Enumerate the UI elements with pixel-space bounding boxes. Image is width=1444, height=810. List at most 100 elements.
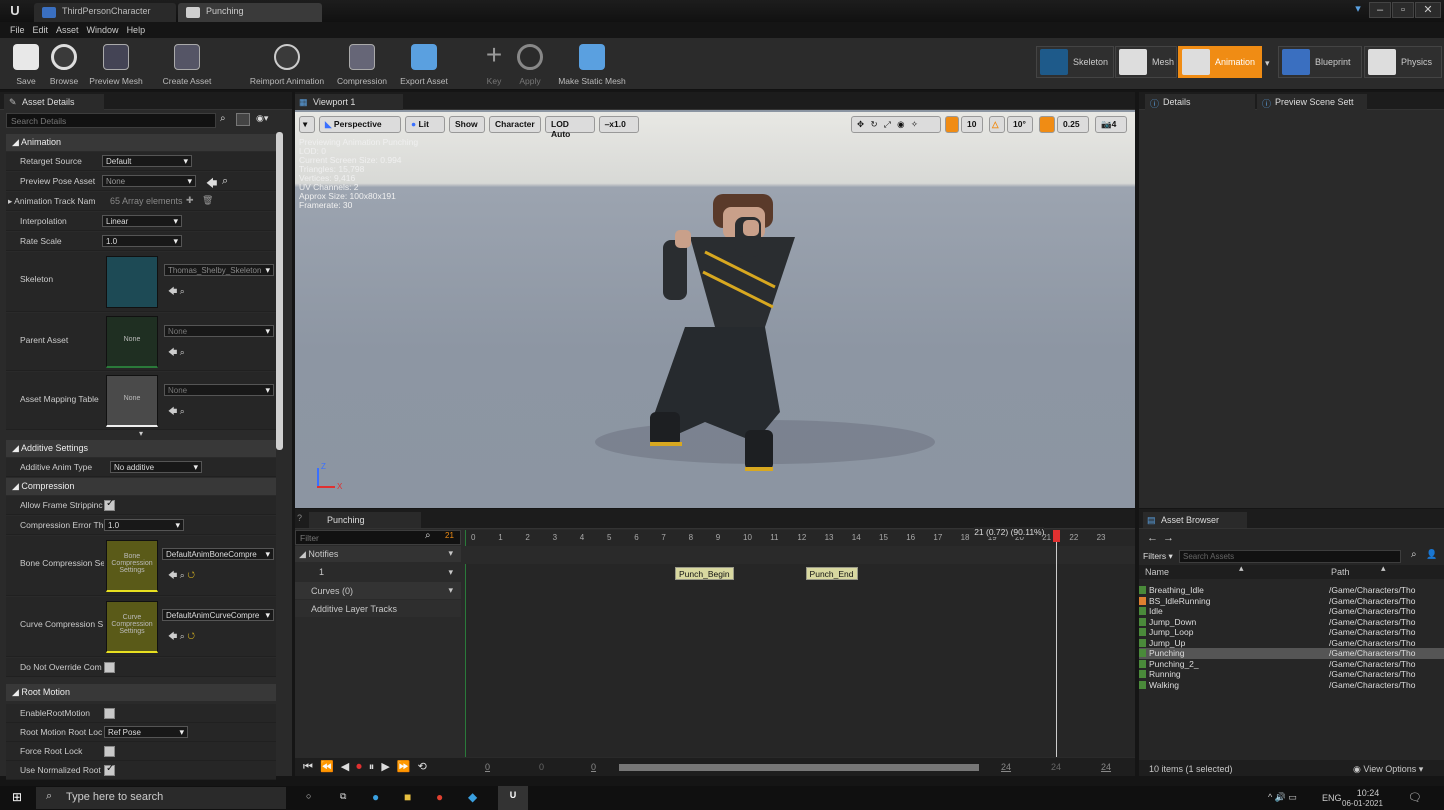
asset-list-item[interactable]: Jump_Loop/Game/Characters/Tho	[1139, 627, 1444, 638]
mode-physics[interactable]: Physics	[1364, 46, 1442, 78]
retarget-source-dropdown[interactable]: Default	[102, 155, 192, 167]
parent-asset-dropdown[interactable]: None	[164, 325, 274, 337]
normalized-root-checkbox[interactable]: ✓	[104, 763, 115, 776]
skeleton-arrow-icon[interactable]: 🡄 ⌕	[168, 284, 185, 300]
export-asset-button[interactable]: Export Asset	[396, 38, 452, 90]
app-icon[interactable]: ◆	[468, 790, 477, 804]
compression-button[interactable]: Compression	[333, 38, 391, 90]
playback-speed-button[interactable]: ⎯x1.0	[599, 116, 639, 133]
forward-arrow-icon[interactable]: →	[1163, 532, 1174, 544]
timeline-scrollbar[interactable]	[619, 764, 979, 771]
key-button[interactable]: + Key	[480, 38, 508, 90]
help-icon[interactable]: ?	[297, 513, 302, 523]
category-root-motion[interactable]: ◢ Root Motion	[6, 684, 276, 701]
scale-snap-icon[interactable]	[1039, 116, 1055, 133]
enable-root-motion-checkbox[interactable]	[104, 708, 115, 719]
menu-help[interactable]: Help	[127, 22, 146, 38]
notify-marker[interactable]: Punch_Begin	[675, 567, 734, 580]
unreal-taskbar-icon[interactable]: U	[498, 786, 528, 810]
notifies-track[interactable]: ◢ Notifies ▾	[295, 546, 461, 562]
interpolation-dropdown[interactable]: Linear	[102, 215, 182, 227]
column-name[interactable]: Name	[1145, 567, 1169, 577]
taskbar-search-input[interactable]: ⌕ Type here to search	[36, 787, 286, 809]
menu-asset[interactable]: Asset	[56, 22, 79, 38]
tab-details[interactable]: ⓘ Details	[1145, 94, 1255, 110]
clock-date[interactable]: 06-01-2021	[1342, 799, 1383, 808]
lod-auto-button[interactable]: LOD Auto	[545, 116, 595, 139]
add-element-icon[interactable]: ✚	[186, 195, 194, 206]
windows-start-icon[interactable]: ⊞	[12, 790, 22, 804]
transport-controls[interactable]: ⏮ ⏪ ◀ ⏺ ⏸ ▶ ⏩ ⟲	[303, 760, 429, 774]
asset-list-item[interactable]: Punching_2_ /Game/Characters/Tho	[1139, 659, 1444, 670]
browse-asset-icon[interactable]: ⌕	[222, 175, 228, 188]
search-details-input[interactable]: Search Details	[6, 113, 216, 128]
asset-list-item[interactable]: Punching/Game/Characters/Tho	[1139, 648, 1444, 659]
rate-scale-field[interactable]: 1.0	[102, 235, 182, 247]
file-explorer-icon[interactable]: ■	[404, 790, 411, 804]
menu-edit[interactable]: Edit	[33, 22, 49, 38]
curve-arrow-icon[interactable]: 🡄 ⌕ ↺	[168, 629, 195, 645]
skeleton-dropdown[interactable]: Thomas_Shelby_Skeleton	[164, 264, 274, 276]
filter-input[interactable]: Filter	[295, 530, 461, 545]
maximize-button[interactable]: ▫	[1392, 2, 1414, 18]
viewport-menu-button[interactable]: ▾	[299, 116, 315, 133]
menu-file[interactable]: File	[10, 22, 25, 38]
scrollbar[interactable]	[276, 132, 283, 450]
scale-snap-value[interactable]: 0.25	[1057, 116, 1089, 133]
animation-dropdown-icon[interactable]: ▾	[1265, 58, 1270, 69]
asset-list-item[interactable]: Running/Game/Characters/Tho	[1139, 669, 1444, 680]
curve-compression-thumbnail[interactable]: Curve Compression Settings	[106, 601, 158, 653]
category-compression[interactable]: ◢ Compression	[6, 478, 276, 495]
reimport-animation-button[interactable]: Reimport Animation	[244, 38, 330, 90]
search-icon[interactable]: ⌕	[220, 113, 226, 124]
browse-button[interactable]: Browse	[44, 38, 84, 90]
mode-mesh[interactable]: Mesh	[1115, 46, 1177, 78]
tab-preview-scene[interactable]: ⓘ Preview Scene Sett	[1257, 94, 1367, 110]
grid-snap-value[interactable]: 10	[961, 116, 983, 133]
feedback-icon[interactable]: ▾	[1350, 2, 1366, 18]
edge-icon[interactable]: ●	[372, 790, 379, 804]
view-options-button[interactable]: ◉ View Options ▾	[1353, 764, 1423, 775]
asset-list-item[interactable]: Jump_Down/Game/Characters/Tho	[1139, 617, 1444, 628]
eye-icon[interactable]: ◉▾	[256, 113, 268, 124]
mode-animation[interactable]: Animation	[1178, 46, 1262, 78]
notify-marker[interactable]: Punch_End	[805, 567, 858, 580]
asset-search-icon[interactable]: ⌕	[1411, 549, 1417, 560]
mapping-table-dropdown[interactable]: None	[164, 384, 274, 396]
parent-arrow-icon[interactable]: 🡄 ⌕	[168, 345, 185, 361]
filter-search-icon[interactable]: ⌕	[425, 530, 431, 541]
curve-compression-dropdown[interactable]: DefaultAnimCurveCompre	[162, 609, 274, 621]
additive-type-dropdown[interactable]: No additive	[110, 461, 202, 473]
curves-dropdown-icon[interactable]: ▾	[448, 585, 453, 596]
force-root-lock-checkbox[interactable]	[104, 746, 115, 757]
bone-compression-dropdown[interactable]: DefaultAnimBoneCompre	[162, 548, 274, 560]
tab-punching[interactable]: Punching	[178, 3, 322, 22]
notifies-dropdown-icon[interactable]: ▾	[448, 548, 453, 559]
mapping-table-thumbnail[interactable]: None	[106, 375, 158, 427]
menu-window[interactable]: Window	[87, 22, 119, 38]
expand-chevron-icon[interactable]: ▾	[6, 430, 276, 438]
viewport-canvas[interactable]: Z X	[295, 112, 1135, 508]
playhead[interactable]	[1053, 530, 1061, 757]
close-button[interactable]: ✕	[1415, 2, 1441, 18]
filters-button[interactable]: Filters ▾	[1143, 551, 1173, 562]
tab-asset-details[interactable]: ✎ Asset Details	[4, 94, 104, 110]
tab-thirdpersoncharacter[interactable]: ThirdPersonCharacter	[34, 3, 176, 22]
tab-asset-browser[interactable]: ▤ Asset Browser	[1143, 512, 1247, 528]
skeleton-thumbnail[interactable]	[106, 256, 158, 308]
system-tray-icons[interactable]: ^ 🔊 ▭	[1268, 792, 1297, 803]
lit-button[interactable]: ● Lit	[405, 116, 445, 133]
create-asset-button[interactable]: Create Asset	[156, 38, 218, 90]
cortana-icon[interactable]: ○	[306, 791, 311, 801]
notification-icon[interactable]: 🗨	[1408, 791, 1422, 804]
bone-compression-thumbnail[interactable]: Bone Compression Settings	[106, 540, 158, 592]
asset-list-item[interactable]: BS_IdleRunning/Game/Characters/Tho	[1139, 596, 1444, 607]
search-assets-input[interactable]: Search Assets	[1179, 550, 1401, 563]
mode-skeleton[interactable]: Skeleton	[1036, 46, 1114, 78]
back-arrow-icon[interactable]: ←	[1147, 532, 1158, 544]
preview-mesh-button[interactable]: Preview Mesh	[86, 38, 146, 90]
category-additive-settings[interactable]: ◢ Additive Settings	[6, 440, 276, 457]
clock-time[interactable]: 10:24	[1348, 788, 1388, 798]
curves-track[interactable]: Curves (0) ▾	[295, 582, 461, 599]
tab-viewport[interactable]: ▦ Viewport 1	[295, 94, 403, 110]
